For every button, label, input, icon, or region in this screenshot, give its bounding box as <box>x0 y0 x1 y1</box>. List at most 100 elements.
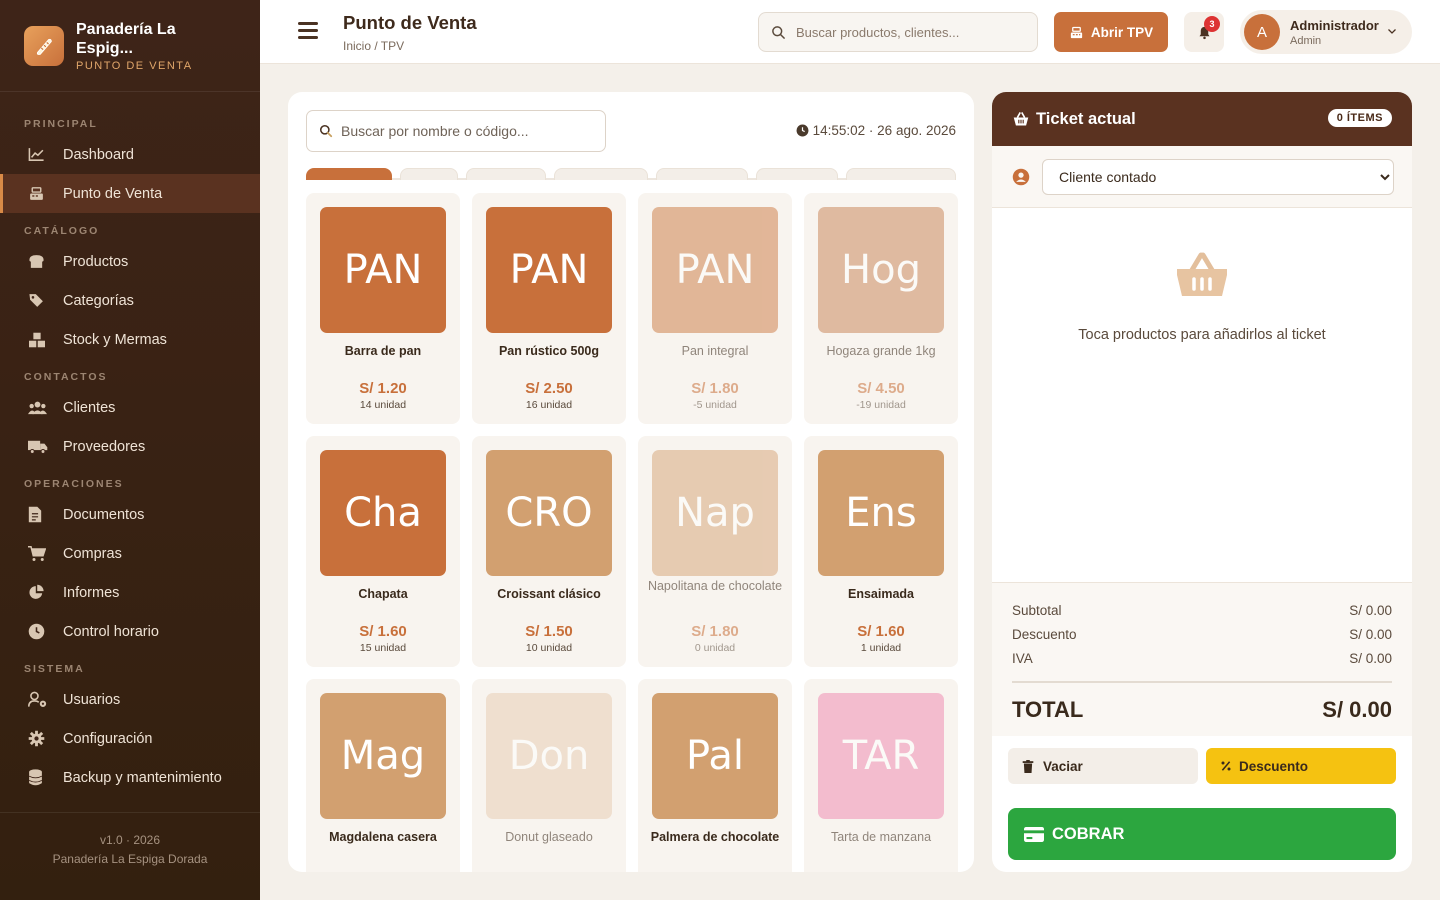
sidebar-item-productos[interactable]: Productos <box>0 242 260 281</box>
product-name: Palmera de chocolate <box>650 830 780 844</box>
sidebar-item-compras[interactable]: Compras <box>0 534 260 573</box>
discount-label: Descuento <box>1012 627 1077 642</box>
sidebar-item-label: Proveedores <box>63 438 146 455</box>
sidebar-item-label: Dashboard <box>63 146 134 163</box>
category-tab[interactable] <box>554 168 648 180</box>
brand[interactable]: Panadería La Espig... PUNTO DE VENTA <box>0 0 260 92</box>
product-card[interactable]: PAN Barra de pan S/ 1.20 14 unidad <box>306 193 460 424</box>
category-tab[interactable] <box>846 168 956 180</box>
sidebar-item-label: Informes <box>63 584 120 601</box>
category-tab[interactable] <box>656 168 748 180</box>
product-card[interactable]: Cha Chapata S/ 1.60 15 unidad <box>306 436 460 667</box>
notifications-button[interactable]: 3 <box>1184 12 1224 52</box>
sidebar-item-label: Productos <box>63 253 129 270</box>
global-search <box>758 12 1038 52</box>
product-card[interactable]: PAN Pan rústico 500g S/ 2.50 16 unidad <box>472 193 626 424</box>
charge-label: COBRAR <box>1052 824 1125 843</box>
sidebar-item-usuarios[interactable]: Usuarios <box>0 680 260 719</box>
page-title: Punto de Venta <box>343 12 477 33</box>
sidebar-section-label: OPERACIONES <box>24 478 124 490</box>
sidebar-item-configuracion[interactable]: Configuración <box>0 719 260 758</box>
sidebar-item-punto-de-venta[interactable]: Punto de Venta <box>0 174 260 213</box>
product-name: Chapata <box>358 587 408 601</box>
sidebar-item-documentos[interactable]: Documentos <box>0 495 260 534</box>
product-price: S/ 4.50 <box>857 380 905 397</box>
global-search-input[interactable] <box>796 24 1026 40</box>
sidebar-item-informes[interactable]: Informes <box>0 573 260 612</box>
product-name: Napolitana de chocolate <box>647 579 783 593</box>
tags-icon <box>28 292 50 309</box>
clear-ticket-button[interactable]: Vaciar <box>1008 748 1198 784</box>
product-card[interactable]: Don Donut glaseado <box>472 679 626 872</box>
product-card[interactable]: CRO Croissant clásico S/ 1.50 10 unidad <box>472 436 626 667</box>
database-icon <box>28 769 50 786</box>
sidebar-item-label: Usuarios <box>63 691 121 708</box>
sidebar-item-stock-y-mermas[interactable]: Stock y Mermas <box>0 320 260 359</box>
product-name: Pan rústico 500g <box>498 344 600 358</box>
sidebar-item-categorias[interactable]: Categorías <box>0 281 260 320</box>
breadcrumb[interactable]: Inicio / TPV <box>343 39 477 53</box>
product-card[interactable]: Hog Hogaza grande 1kg S/ 4.50 -19 unidad <box>804 193 958 424</box>
file-icon <box>28 506 50 523</box>
cart-icon <box>28 545 50 562</box>
subtotal-label: Subtotal <box>1012 603 1062 618</box>
menu-toggle-icon[interactable] <box>298 22 318 39</box>
notifications-badge: 3 <box>1204 16 1220 32</box>
category-tab[interactable] <box>400 168 458 180</box>
trash-icon <box>1022 759 1034 773</box>
product-name: Ensaimada <box>847 587 914 601</box>
open-tpv-button[interactable]: Abrir TPV <box>1054 12 1168 52</box>
client-select[interactable]: Cliente contado <box>1042 158 1394 195</box>
sidebar-item-proveedores[interactable]: Proveedores <box>0 427 260 466</box>
product-name: Croissant clásico <box>497 587 601 601</box>
brand-name: Panadería La Espig... <box>76 20 176 57</box>
sidebar-item-label: Configuración <box>63 730 153 747</box>
product-stock: 1 unidad <box>860 642 902 654</box>
product-card[interactable]: PAN Pan integral S/ 1.80 -5 unidad <box>638 193 792 424</box>
user-gear-icon <box>28 691 50 708</box>
product-name: Tarta de manzana <box>830 830 932 844</box>
sidebar-footer: v1.0 · 2026 Panadería La Espiga Dorada <box>0 812 260 900</box>
product-card[interactable]: TAR Tarta de manzana <box>804 679 958 872</box>
product-price: S/ 1.20 <box>359 380 407 397</box>
product-card[interactable]: Mag Magdalena casera <box>306 679 460 872</box>
boxes-icon <box>28 332 50 348</box>
product-thumbnail: Pal <box>652 693 778 819</box>
category-tab[interactable] <box>466 168 546 180</box>
category-tab[interactable] <box>756 168 838 180</box>
product-thumbnail: Nap <box>652 450 778 576</box>
product-card[interactable]: Nap Napolitana de chocolate S/ 1.80 0 unida… <box>638 436 792 667</box>
product-stock: 0 unidad <box>694 642 736 654</box>
sidebar-item-label: Control horario <box>63 623 159 640</box>
percent-icon <box>1221 761 1231 771</box>
discount-button[interactable]: Descuento <box>1206 748 1396 784</box>
sidebar-item-label: Compras <box>63 545 122 562</box>
discount-value: S/ 0.00 <box>1349 627 1392 642</box>
company-name: Panadería La Espiga Dorada <box>52 852 208 866</box>
basket-icon <box>1013 112 1029 126</box>
credit-card-icon <box>1024 826 1044 842</box>
sidebar-section-label: CATÁLOGO <box>24 225 100 237</box>
sidebar-item-clientes[interactable]: Clientes <box>0 388 260 427</box>
total-value: S/ 0.00 <box>1322 697 1392 722</box>
sidebar-item-backup-y-mantenimiento[interactable]: Backup y mantenimiento <box>0 758 260 797</box>
open-tpv-label: Abrir TPV <box>1090 24 1154 40</box>
product-name: Pan integral <box>681 344 749 358</box>
product-card[interactable]: Ens Ensaimada S/ 1.60 1 unidad <box>804 436 958 667</box>
product-card[interactable]: Pal Palmera de chocolate <box>638 679 792 872</box>
chart-line-icon <box>28 147 50 162</box>
charge-button[interactable]: COBRAR <box>1008 808 1396 860</box>
product-search-input[interactable] <box>341 123 591 139</box>
clock-icon <box>796 124 809 137</box>
sidebar-item-control-horario[interactable]: Control horario <box>0 612 260 651</box>
user-name: Administrador <box>1290 17 1379 33</box>
sidebar-item-label: Clientes <box>63 399 116 416</box>
category-tab-all[interactable] <box>306 168 392 180</box>
users-icon <box>28 400 50 415</box>
product-stock: 14 unidad <box>359 399 407 411</box>
empty-ticket-state: Toca productos para añadirlos al ticket <box>992 250 1412 343</box>
user-menu[interactable]: A Administrador Admin <box>1240 10 1412 54</box>
current-datetime: 14:55:02 · 26 ago. 2026 <box>796 123 956 138</box>
product-thumbnail: PAN <box>652 207 778 333</box>
sidebar-item-dashboard[interactable]: Dashboard <box>0 135 260 174</box>
